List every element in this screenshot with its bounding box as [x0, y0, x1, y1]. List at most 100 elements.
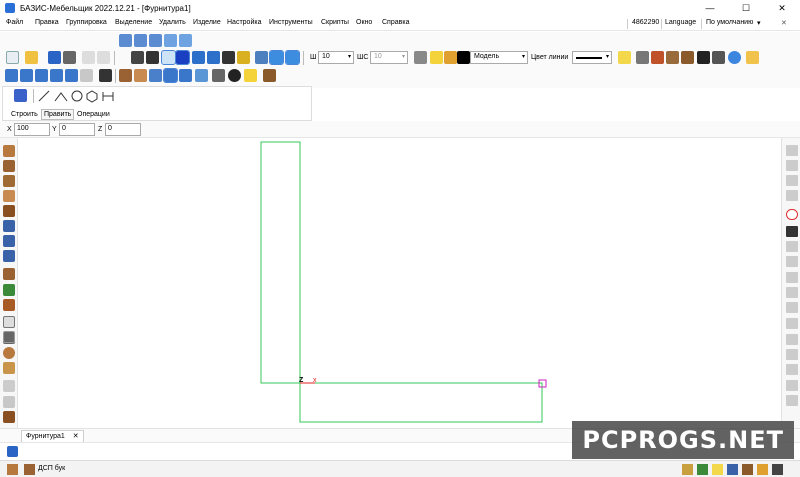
status-tool-icon[interactable] — [682, 464, 693, 475]
menu-tools[interactable]: Инструменты — [269, 19, 313, 26]
menu-delete[interactable]: Удалить — [159, 19, 186, 26]
x-input[interactable]: 100 — [14, 123, 50, 136]
cloud-icon[interactable] — [728, 51, 741, 64]
texture-shade-icon[interactable] — [134, 69, 147, 82]
align-right-icon[interactable] — [786, 160, 798, 171]
preset-dropdown-arrow[interactable]: ▾ — [757, 19, 761, 27]
solid-shade-icon[interactable] — [119, 69, 132, 82]
sweep-icon[interactable] — [3, 396, 15, 408]
view-bottom-icon[interactable] — [80, 69, 93, 82]
y-input[interactable]: 0 — [59, 123, 95, 136]
box-icon[interactable] — [681, 51, 694, 64]
open-folder-icon[interactable] — [25, 51, 38, 64]
line-icon[interactable] — [38, 90, 50, 102]
material-swatch-icon[interactable] — [7, 464, 18, 475]
menu-file[interactable]: Файл — [6, 19, 23, 26]
properties-icon[interactable] — [255, 51, 268, 64]
menu-grouping[interactable]: Группировка — [66, 19, 107, 26]
scale-icon[interactable] — [786, 318, 798, 329]
status-tool-icon[interactable] — [697, 464, 708, 475]
move-icon[interactable] — [786, 241, 798, 252]
rotate-view-icon[interactable] — [99, 69, 112, 82]
shelf-icon[interactable] — [3, 205, 15, 217]
polyline-icon[interactable] — [54, 92, 68, 102]
thickness-select[interactable]: 10 ▾ — [318, 51, 354, 64]
status-tool-icon[interactable] — [742, 464, 753, 475]
layer-select[interactable]: Модель ▾ — [470, 51, 528, 64]
zoom-icon[interactable] — [164, 34, 177, 47]
fillet-icon[interactable] — [786, 380, 798, 391]
grid-dots-icon[interactable] — [146, 51, 159, 64]
zoom-all-icon[interactable] — [134, 34, 147, 47]
lock-icon[interactable] — [444, 51, 457, 64]
measure-icon[interactable] — [786, 226, 798, 237]
horizontal-panel-outline[interactable] — [299, 382, 543, 423]
panel-icon[interactable] — [666, 51, 679, 64]
status-tool-icon[interactable] — [727, 464, 738, 475]
render-icon[interactable] — [228, 69, 241, 82]
save-icon[interactable] — [48, 51, 61, 64]
view-right-icon[interactable] — [50, 69, 63, 82]
crossbar-icon[interactable] — [3, 250, 15, 262]
vertical-panel-icon[interactable] — [3, 160, 15, 172]
mirror-icon[interactable] — [786, 272, 798, 283]
menu-selection[interactable]: Выделение — [115, 19, 152, 26]
copy-icon[interactable] — [786, 256, 798, 267]
snap-grid-icon[interactable] — [131, 51, 144, 64]
pyramid-icon[interactable] — [3, 362, 15, 374]
wire-shade-icon[interactable] — [149, 69, 162, 82]
extrude-icon[interactable] — [3, 380, 15, 392]
status-tool-icon[interactable] — [772, 464, 783, 475]
sphere-icon[interactable] — [3, 347, 15, 359]
drawer-icon[interactable] — [3, 268, 15, 280]
close-tab-icon[interactable]: ✕ — [73, 433, 79, 440]
back-panel-icon[interactable] — [3, 190, 15, 202]
dimension-icon[interactable] — [102, 92, 114, 101]
target-icon[interactable] — [786, 209, 798, 220]
column-icon[interactable] — [3, 235, 15, 247]
rotate-panel-icon[interactable] — [3, 316, 15, 328]
sigma-icon[interactable] — [697, 51, 710, 64]
status-tool-icon[interactable] — [712, 464, 723, 475]
menu-window[interactable]: Окно — [356, 19, 372, 26]
help-icon[interactable] — [7, 446, 18, 457]
pan-icon[interactable] — [179, 34, 192, 47]
stretch-icon[interactable] — [786, 334, 798, 345]
z-input[interactable]: 0 — [105, 123, 141, 136]
ruler-icon[interactable] — [237, 51, 250, 64]
preset-dropdown[interactable]: По умолчанию — [706, 19, 753, 26]
view-left-icon[interactable] — [35, 69, 48, 82]
select-mode-icon[interactable] — [269, 50, 284, 65]
align-left-icon[interactable] — [786, 145, 798, 156]
tab-furniture1[interactable]: Фурнитура1 ✕ — [21, 430, 84, 442]
material-label[interactable]: ДСП бук — [38, 465, 65, 472]
circle-icon[interactable] — [71, 90, 83, 102]
align-bottom-icon[interactable] — [786, 190, 798, 201]
minimize-button[interactable]: — — [693, 0, 727, 16]
menu-scripts[interactable]: Скрипты — [321, 19, 349, 26]
object-snap-icon[interactable] — [222, 51, 235, 64]
view-back-icon[interactable] — [20, 69, 33, 82]
lightbulb-icon[interactable] — [430, 51, 443, 64]
line-type-select[interactable]: ▾ — [572, 51, 612, 64]
arch-icon[interactable] — [3, 284, 15, 296]
menu-help[interactable]: Справка — [382, 19, 409, 26]
array-icon[interactable] — [786, 287, 798, 298]
curve-icon[interactable] — [3, 331, 15, 343]
menu-edit[interactable]: Правка — [35, 19, 59, 26]
undo-icon[interactable] — [82, 51, 95, 64]
section-icon[interactable] — [195, 69, 208, 82]
menu-product[interactable]: Изделие — [193, 19, 221, 26]
view-top-icon[interactable] — [65, 69, 78, 82]
rotate-icon[interactable] — [786, 302, 798, 313]
camera-icon[interactable] — [212, 69, 225, 82]
vertical-panel-outline[interactable] — [260, 141, 301, 384]
menu-settings[interactable]: Настройка — [227, 19, 261, 26]
layer-manager-icon[interactable] — [414, 51, 427, 64]
notes-icon[interactable] — [618, 51, 631, 64]
chamfer-icon[interactable] — [786, 395, 798, 406]
polar-icon[interactable] — [207, 51, 220, 64]
close-button[interactable]: ✕ — [765, 0, 799, 16]
material-icon[interactable] — [263, 69, 276, 82]
select-window-icon[interactable] — [285, 50, 300, 65]
